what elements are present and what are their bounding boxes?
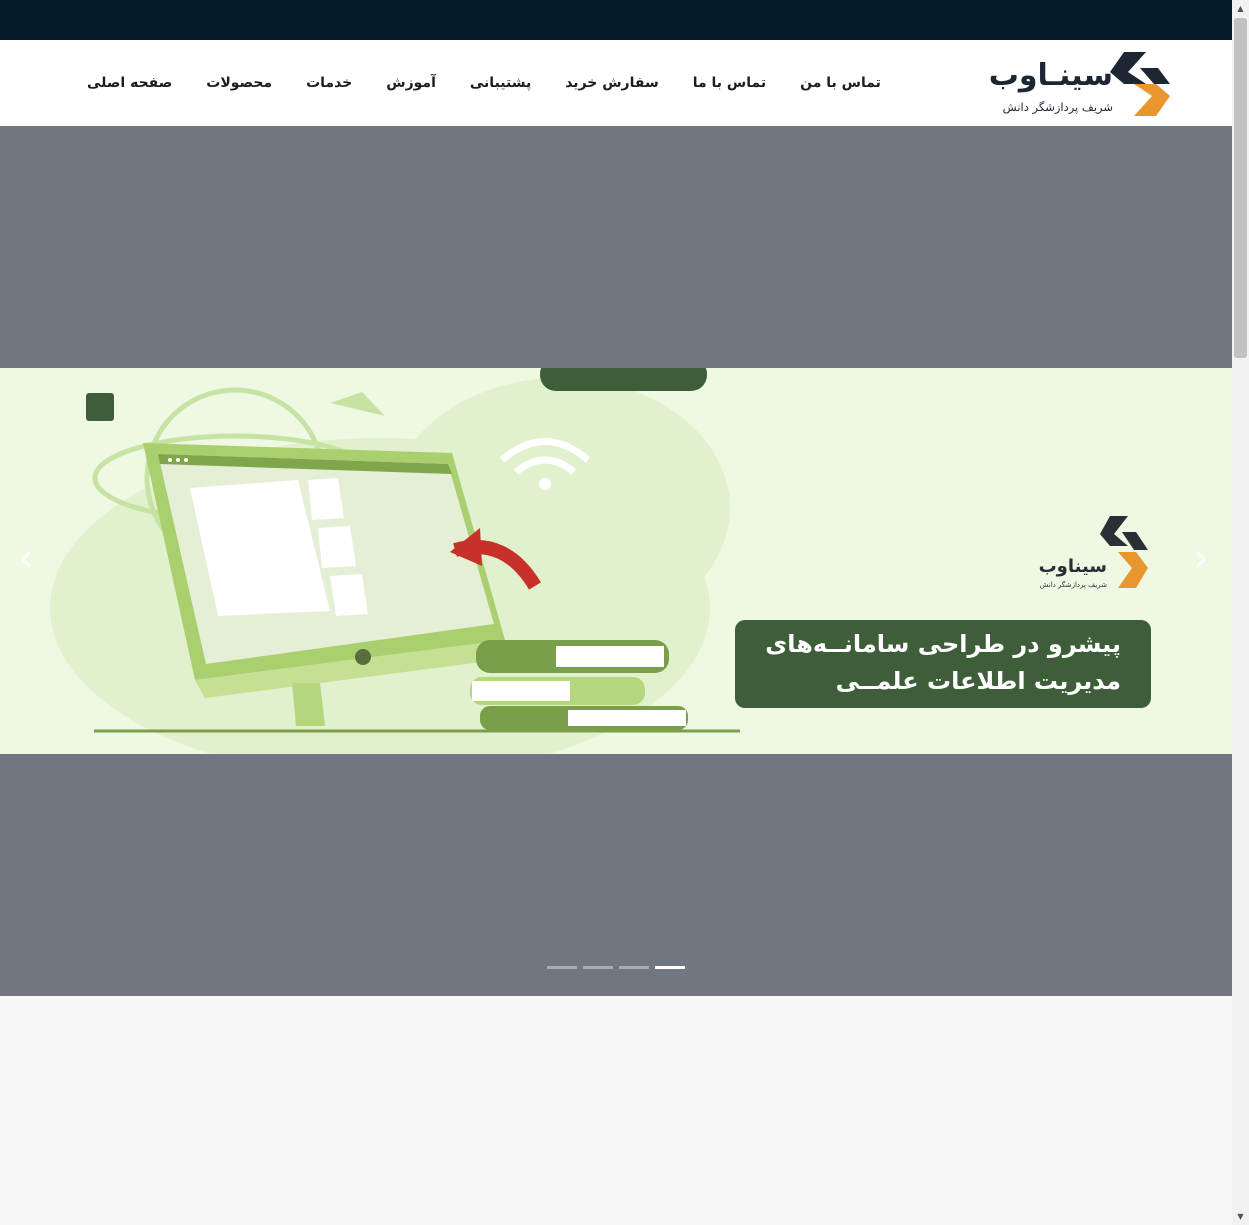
logo-mark-icon (1110, 52, 1170, 116)
chevron-left-icon[interactable]: ‹ (18, 538, 34, 578)
hero-slider: سیناوب شریف پردازشگر دانش پیشرو در طراحی… (0, 126, 1232, 996)
nav-item-training[interactable]: آموزش (369, 75, 453, 91)
nav-item-products[interactable]: محصولات (189, 75, 289, 91)
slide-caption-line-2: مدیریت اطلاعات علمــی (835, 667, 1121, 695)
slide-indicator-1[interactable] (547, 966, 577, 969)
slide-logo-tagline: شریف پردازشگر دانش (1039, 581, 1107, 589)
slide-indicator-4[interactable] (655, 966, 685, 969)
slide-caption-line-1: پیشرو در طراحی سامانــه‌های (765, 630, 1121, 658)
scroll-thumb[interactable] (1234, 18, 1247, 358)
nav-item-contact-me[interactable]: تماس با من (783, 75, 898, 91)
slide-indicator-3[interactable] (619, 966, 649, 969)
slide-active: سیناوب شریف پردازشگر دانش پیشرو در طراحی… (0, 368, 1232, 754)
slide-indicators (547, 966, 685, 969)
top-bar (0, 0, 1232, 40)
chevron-right-icon[interactable]: › (1193, 538, 1209, 578)
scroll-down-icon[interactable]: ▼ (1232, 1208, 1249, 1225)
slide-logo-mark-icon (1100, 516, 1148, 588)
nav-item-order[interactable]: سفارش خرید (548, 75, 676, 91)
logo-tagline: شریف پردازشگر دانش (1002, 100, 1113, 114)
page-scrollbar[interactable]: ▲ ▼ (1232, 0, 1249, 1225)
slide-indicator-2[interactable] (583, 966, 613, 969)
nav-item-contact-us[interactable]: تماس با ما (676, 75, 783, 91)
scroll-up-icon[interactable]: ▲ (1232, 0, 1249, 17)
nav-item-services[interactable]: خدمات (289, 75, 369, 91)
slide-logo: سیناوب شریف پردازشگر دانش (1038, 512, 1155, 592)
nav-item-home[interactable]: صفحه اصلی (70, 75, 189, 91)
site-header: صفحه اصلی محصولات خدمات آموزش پشتیبانی س… (0, 40, 1232, 126)
slide-caption: پیشرو در طراحی سامانــه‌های مدیریت اطلاع… (735, 620, 1151, 708)
site-logo[interactable]: سینـاوب شریف پردازشگر دانش (989, 48, 1175, 120)
logo-title: سینـاوب (988, 58, 1114, 93)
nav-item-support[interactable]: پشتیبانی (453, 75, 548, 91)
main-nav: صفحه اصلی محصولات خدمات آموزش پشتیبانی س… (70, 40, 898, 126)
slide-logo-title: سیناوب (1038, 556, 1107, 577)
